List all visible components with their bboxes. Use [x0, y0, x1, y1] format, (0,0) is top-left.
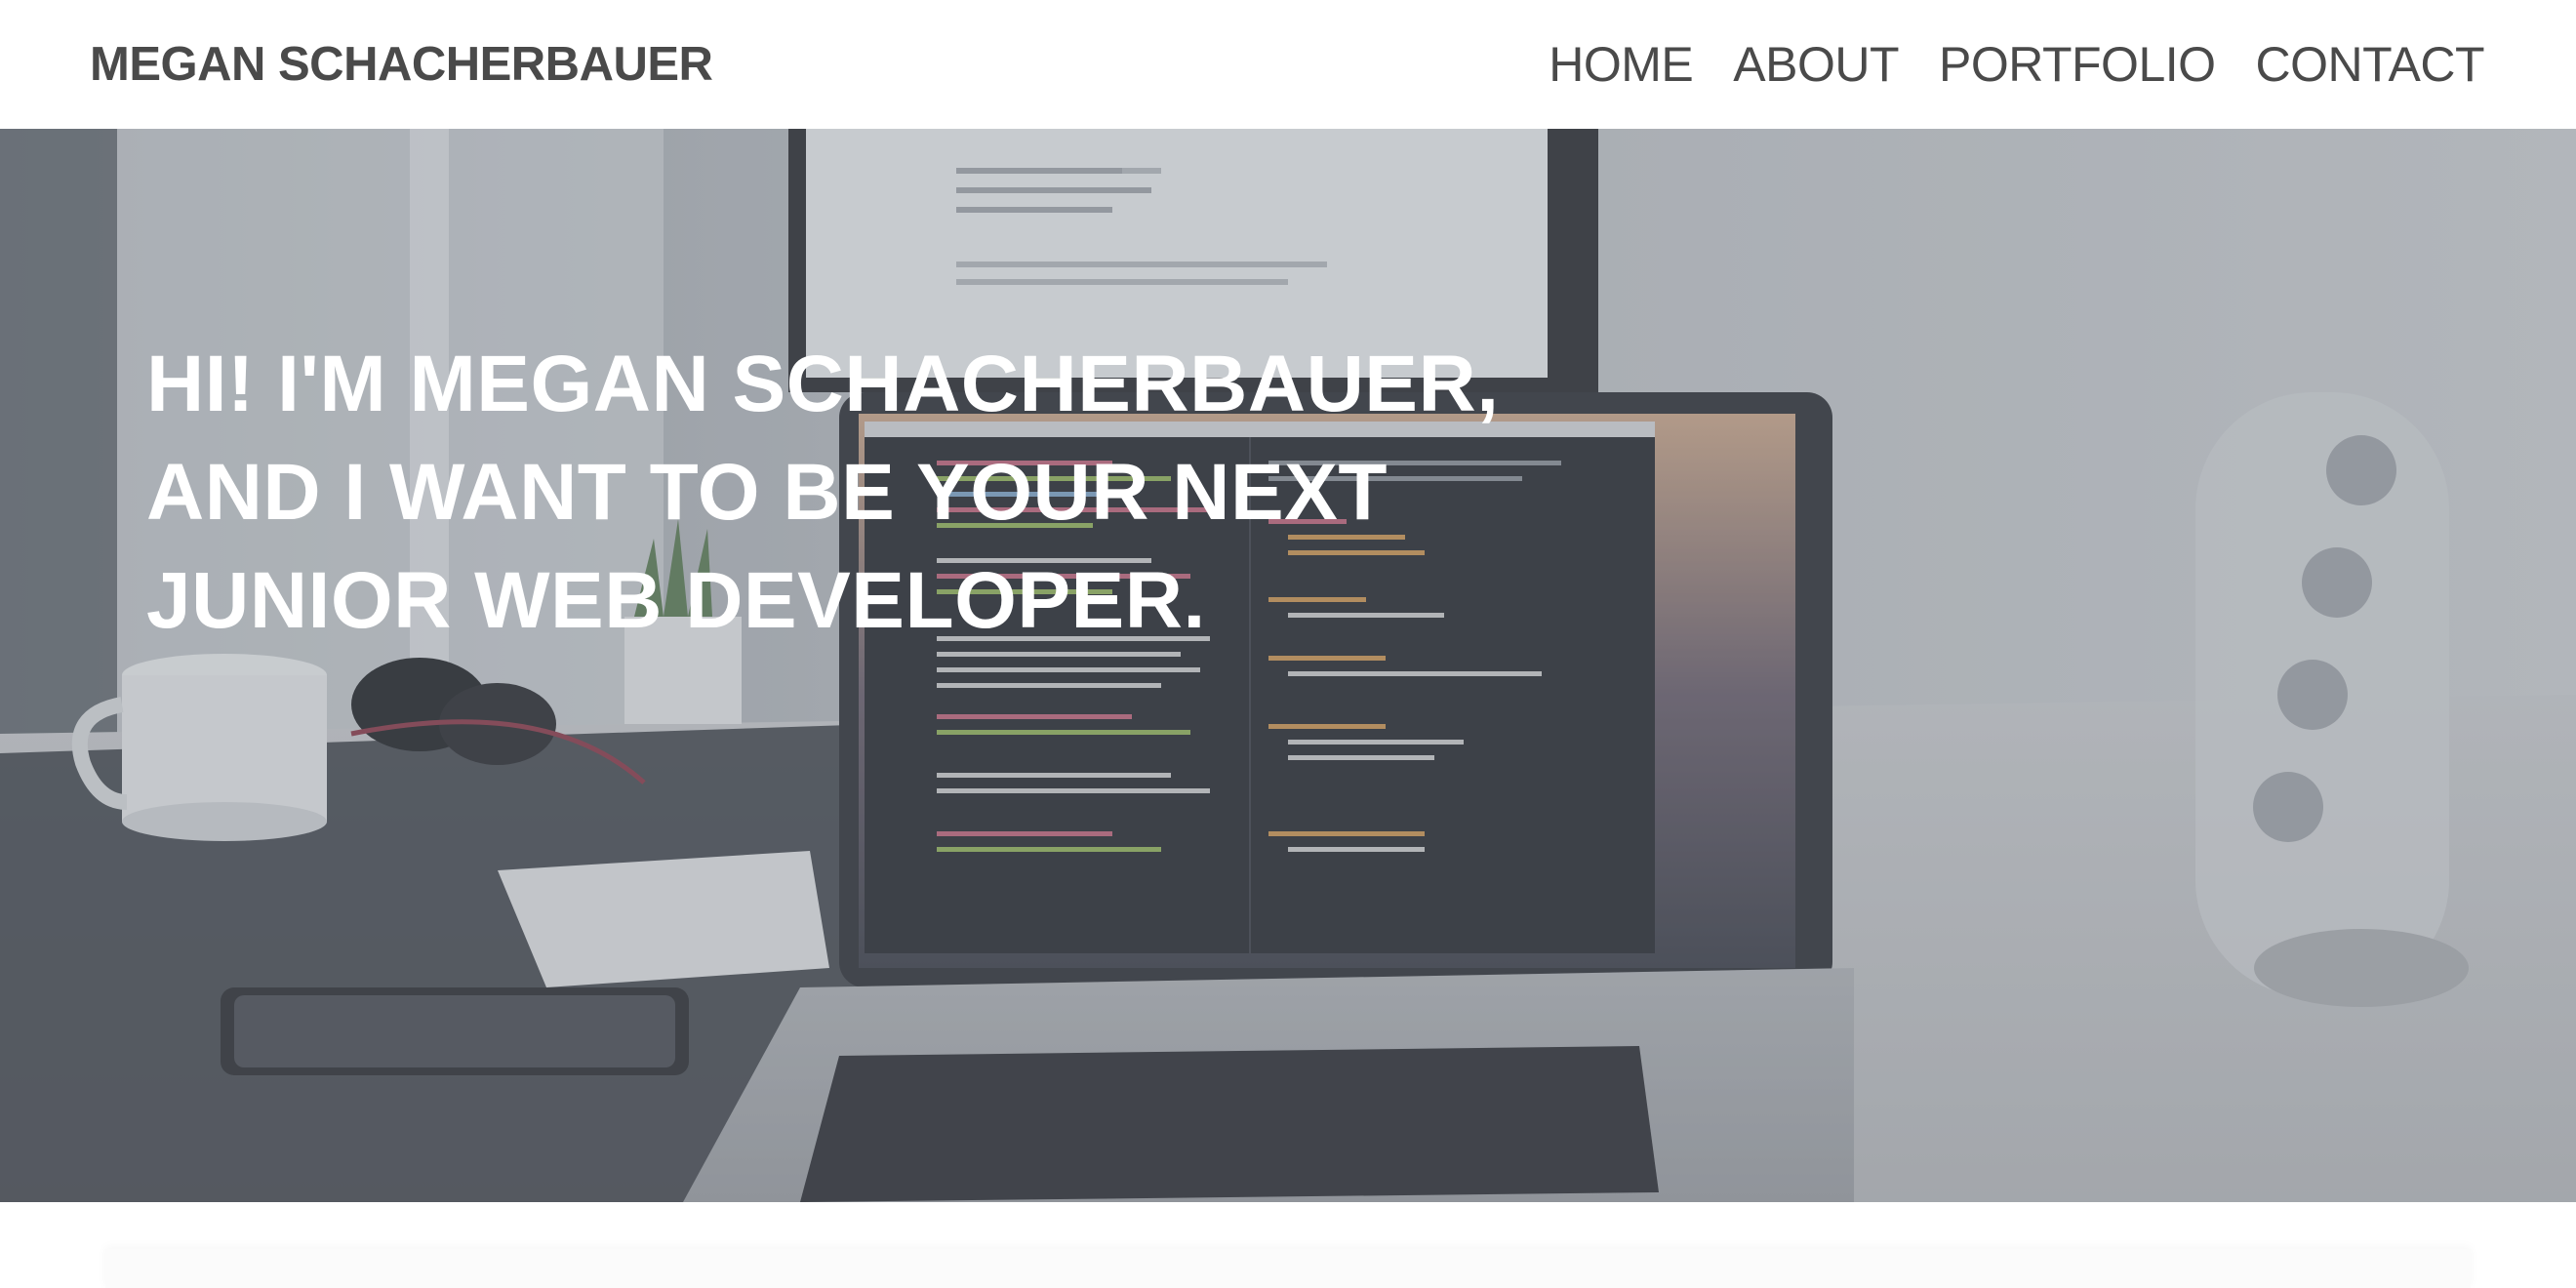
hero-heading-line: HI! I'M MEGAN SCHACHERBAUER, [146, 340, 1500, 428]
next-section-card [105, 1249, 2471, 1288]
hero-section: HI! I'M MEGAN SCHACHERBAUER, AND I WANT … [0, 129, 2576, 1202]
nav-item-portfolio: PORTFOLIO [1939, 36, 2216, 93]
hero-heading-line: JUNIOR WEB DEVELOPER. [146, 556, 1206, 645]
brand-logo-link[interactable]: MEGAN SCHACHERBAUER [90, 37, 713, 92]
below-fold-area [0, 1202, 2576, 1288]
nav-link-home[interactable]: HOME [1549, 37, 1694, 92]
nav-link-contact[interactable]: CONTACT [2256, 37, 2485, 92]
hero-heading-line: AND I WANT TO BE YOUR NEXT [146, 448, 1388, 537]
site-header: MEGAN SCHACHERBAUER HOME ABOUT PORTFOLIO… [0, 0, 2576, 129]
hero-overlay [0, 129, 2576, 1202]
nav-item-contact: CONTACT [2256, 36, 2485, 93]
nav-item-about: ABOUT [1733, 36, 1899, 93]
nav-link-portfolio[interactable]: PORTFOLIO [1939, 37, 2216, 92]
nav-link-about[interactable]: ABOUT [1733, 37, 1899, 92]
nav-item-home: HOME [1549, 36, 1694, 93]
hero-heading: HI! I'M MEGAN SCHACHERBAUER, AND I WANT … [146, 330, 1708, 655]
main-nav: HOME ABOUT PORTFOLIO CONTACT [1549, 36, 2484, 93]
